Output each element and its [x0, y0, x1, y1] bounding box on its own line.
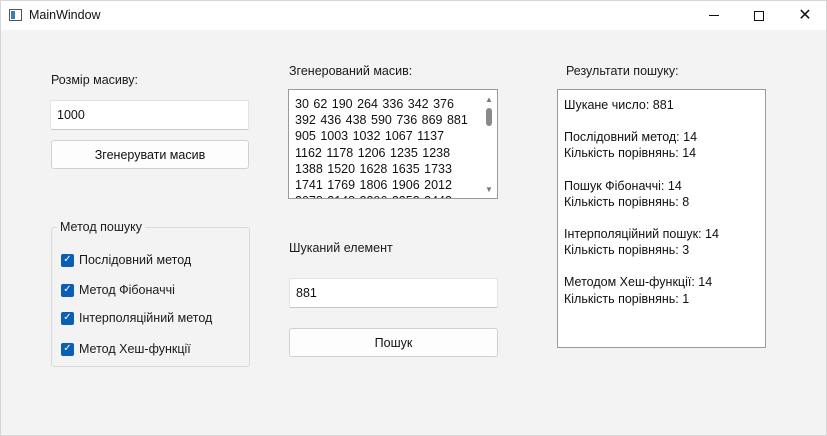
search-results-textbox[interactable]: Шукане число: 881 Послідовний метод: 14 …	[557, 89, 766, 348]
close-button[interactable]: ✕	[782, 1, 827, 30]
search-button[interactable]: Пошук	[289, 328, 498, 357]
close-icon: ✕	[798, 6, 812, 24]
result-fibonacci-comparisons: Кількість порівнянь: 8	[564, 194, 690, 209]
search-method-group-title: Метод пошуку	[57, 220, 145, 234]
generated-array-label: Згенерований масив:	[289, 64, 413, 78]
generate-array-button[interactable]: Згенерувати масив	[51, 140, 249, 169]
minimize-icon	[709, 15, 719, 16]
checkbox-sequential-label: Послідовний метод	[79, 253, 192, 267]
checkbox-fibonacci-label: Метод Фібоначчі	[79, 283, 175, 297]
result-interpolation-method: Інтерполяційний пошук: 14	[564, 227, 719, 242]
search-element-input[interactable]: 881	[289, 278, 498, 308]
result-sequential-comparisons: Кількість порівнянь: 14	[564, 146, 697, 161]
app-icon	[9, 9, 22, 21]
checkmark-icon: ✓	[61, 283, 74, 297]
checkbox-fibonacci[interactable]: ✓ Метод Фібоначчі	[61, 282, 175, 298]
generated-array-textbox[interactable]: 30 62 190 264 336 342 376 392 436 438 59…	[288, 89, 498, 199]
checkmark-icon: ✓	[61, 342, 74, 356]
main-window: MainWindow ✕ Розмір масиву: 1000 Згенеру…	[0, 0, 827, 436]
checkbox-interpolation-label: Інтерполяційний метод	[79, 311, 213, 325]
title-bar: MainWindow ✕	[1, 1, 826, 30]
checkbox-hash[interactable]: ✓ Метод Хеш-функції	[61, 341, 191, 357]
array-scrollbar[interactable]: ▲ ▼	[481, 90, 497, 198]
scrollbar-thumb[interactable]	[486, 108, 492, 126]
result-sequential-method: Послідовний метод: 14	[564, 130, 698, 145]
search-results-label: Результати пошуку:	[566, 64, 679, 78]
search-element-label: Шуканий елемент	[289, 241, 393, 255]
array-size-value: 1000	[57, 108, 85, 122]
scroll-up-arrow-icon[interactable]: ▲	[481, 92, 497, 106]
maximize-icon	[754, 10, 764, 21]
minimize-button[interactable]	[691, 1, 737, 30]
checkbox-interpolation[interactable]: ✓ Інтерполяційний метод	[61, 310, 212, 326]
searched-number: Шукане число: 881	[564, 98, 674, 112]
checkmark-icon: ✓	[61, 253, 74, 267]
result-hash-comparisons: Кількість порівнянь: 1	[564, 291, 690, 306]
result-interpolation-comparisons: Кількість порівнянь: 3	[564, 243, 690, 258]
array-size-input[interactable]: 1000	[50, 100, 249, 130]
scroll-down-arrow-icon[interactable]: ▼	[481, 182, 497, 196]
result-hash-method: Методом Хеш-функції: 14	[564, 275, 713, 290]
checkmark-icon: ✓	[61, 311, 74, 325]
result-fibonacci-method: Пошук Фібоначчі: 14	[564, 178, 682, 193]
search-element-value: 881	[296, 286, 317, 300]
maximize-button[interactable]	[736, 1, 782, 30]
window-title: MainWindow	[29, 8, 101, 22]
array-size-label: Розмір масиву:	[51, 73, 138, 87]
checkbox-sequential[interactable]: ✓ Послідовний метод	[61, 252, 191, 268]
generated-array-text: 30 62 190 264 336 342 376 392 436 438 59…	[295, 97, 468, 198]
checkbox-hash-label: Метод Хеш-функції	[79, 342, 191, 356]
search-results-text: Шукане число: 881 Послідовний метод: 14 …	[564, 97, 719, 307]
